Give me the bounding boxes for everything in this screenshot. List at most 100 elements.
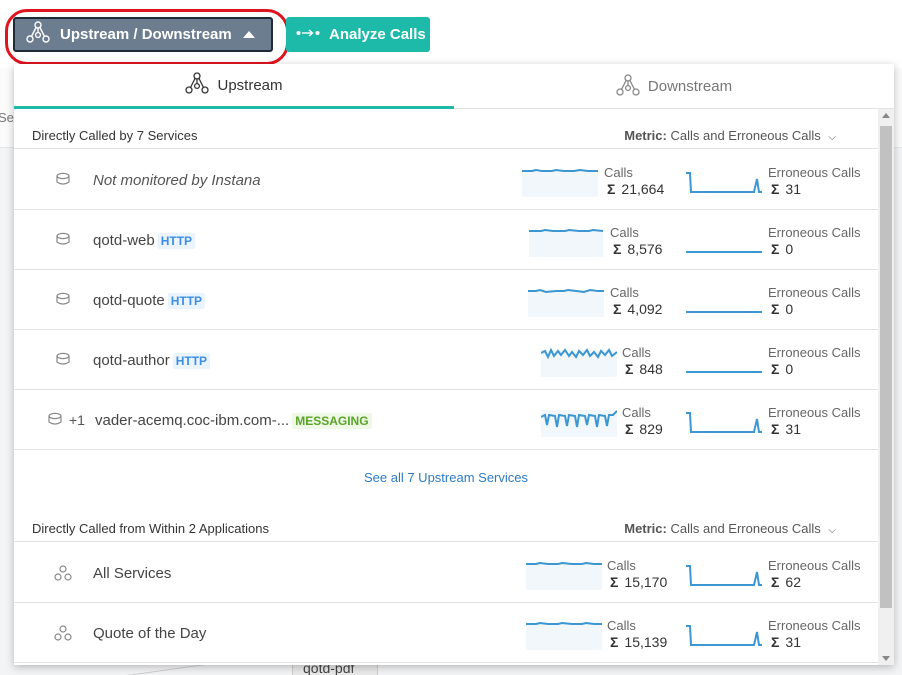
errors-sparkline [686,172,762,193]
upstream-row-qotd-web[interactable]: qotd-web HTTP Calls Σ 8,576 Erroneous Call… [14,210,878,270]
metric-selector[interactable]: Metric: Calls and Erroneous Calls ⌵ [624,128,836,143]
calls-label: Calls [607,618,636,633]
calls-count: 4,092 [627,301,663,317]
hierarchy-up-icon [185,72,210,98]
sigma-symbol: Σ [625,421,634,437]
calls-value: Σ 8,576 [613,241,662,257]
metric-value: Calls and Erroneous Calls [670,128,821,143]
calls-value: Σ 21,664 [607,181,664,197]
calls-label: Calls [604,165,633,180]
application-name: All Services [93,565,172,582]
sigma-symbol: Σ [613,241,622,257]
calls-count: 829 [639,421,663,437]
service-name-text: qotd-author [93,352,170,369]
tab-downstream[interactable]: Downstream [454,64,894,109]
chevron-down-icon: ⌵ [828,132,836,143]
sigma-symbol: Σ [771,241,780,257]
calls-label: Calls [610,225,639,240]
upstream-row-vader-acemq[interactable]: +1 vader-acemq.coc-ibm.com-... MESSAGING … [14,390,878,450]
calls-count: 15,139 [624,634,668,650]
additional-count: +1 [69,412,85,428]
sigma-symbol: Σ [771,574,780,590]
errors-sparkline [686,565,762,586]
application-row-quote-of-the-day[interactable]: Quote of the Day Calls Σ 15,139 Erroneous… [14,603,878,663]
errors-count: 31 [785,181,801,197]
upstream-row-qotd-quote[interactable]: qotd-quote HTTP Calls Σ 4,092 Erroneous Ca… [14,270,878,330]
sigma-symbol: Σ [771,301,780,317]
metric-selector[interactable]: Metric: Calls and Erroneous Calls ⌵ [624,521,836,536]
calls-count: 8,576 [627,241,663,257]
calls-label: Calls [622,345,651,360]
errors-value: Σ0 [771,361,793,377]
http-tag: HTTP [157,233,196,249]
calls-value: Σ 15,139 [610,634,667,650]
errors-label: Erroneous Calls [768,345,861,360]
upstream-row-qotd-author[interactable]: qotd-author HTTP Calls Σ 848 Erroneous Cal… [14,330,878,390]
http-tag: HTTP [167,293,206,309]
hierarchy-icon [26,21,50,48]
service-name: qotd-web HTTP [93,232,196,249]
errors-sparkline [686,412,762,433]
calls-sparkline [522,168,598,197]
metric-prefix: Metric: [624,521,667,536]
application-row-all-services[interactable]: All Services Calls Σ 15,170 Erroneous Cal… [14,543,878,603]
errors-label: Erroneous Calls [768,405,861,420]
calls-sparkline [541,410,617,437]
calls-count: 21,664 [621,181,665,197]
errors-value: Σ0 [771,301,793,317]
caret-up-icon [243,31,255,38]
errors-value: Σ0 [771,241,793,257]
sigma-symbol: Σ [771,421,780,437]
database-icon [56,292,70,311]
database-icon [56,232,70,251]
errors-value: Σ 31 [771,421,801,437]
errors-label: Erroneous Calls [768,558,861,573]
calls-count: 848 [639,361,663,377]
scroll-up-arrow-icon[interactable] [882,113,890,118]
metric-prefix: Metric: [624,128,667,143]
sigma-symbol: Σ [610,574,619,590]
metric-value: Calls and Erroneous Calls [670,521,821,536]
errors-label: Erroneous Calls [768,285,861,300]
analyze-calls-label: Analyze Calls [329,26,426,43]
service-name: qotd-author HTTP [93,352,211,369]
application-icon [54,565,72,586]
tab-bar: Upstream Downstream [14,64,894,109]
errors-label: Erroneous Calls [768,225,861,240]
see-all-upstream-link[interactable]: See all 7 Upstream Services [14,470,878,485]
scrollbar-thumb[interactable] [880,126,892,608]
sigma-symbol: Σ [625,361,634,377]
application-name: Quote of the Day [93,625,207,642]
hierarchy-down-icon [616,73,640,100]
service-name-text: qotd-quote [93,292,165,309]
calls-label: Calls [607,558,636,573]
service-name: vader-acemq.coc-ibm.com-... MESSAGING [95,412,372,429]
service-name-text: vader-acemq.coc-ibm.com-... [95,412,290,429]
errors-count: 0 [785,301,794,317]
service-name: qotd-quote HTTP [93,292,206,309]
calls-sparkline [526,621,602,650]
application-icon [54,625,72,646]
calls-sparkline [541,347,617,377]
tab-upstream[interactable]: Upstream [14,64,454,109]
errors-value: Σ 31 [771,181,801,197]
analyze-calls-button[interactable]: Analyze Calls [286,17,430,52]
calls-sparkline [528,288,604,317]
errors-sparkline [686,371,762,373]
errors-count: 31 [785,421,801,437]
calls-sparkline [529,228,603,257]
calls-value: Σ 848 [625,361,663,377]
section-title: Directly Called by 7 Services [32,128,198,143]
upstream-row-not-monitored[interactable]: Not monitored by Instana Calls Σ 21,664 E… [14,150,878,210]
calls-value: Σ 829 [625,421,663,437]
upstream-downstream-panel: Upstream Downstream Directly Called by 7… [14,64,894,665]
database-icon [48,412,62,431]
scroll-down-arrow-icon[interactable] [882,656,890,661]
sigma-symbol: Σ [771,634,780,650]
upstream-downstream-button[interactable]: Upstream / Downstream [13,17,273,52]
errors-value: Σ 62 [771,574,801,590]
tab-downstream-label: Downstream [647,78,733,95]
tab-upstream-label: Upstream [217,76,283,94]
upstream-downstream-label: Upstream / Downstream [60,26,232,43]
vertical-scrollbar[interactable] [878,109,894,665]
